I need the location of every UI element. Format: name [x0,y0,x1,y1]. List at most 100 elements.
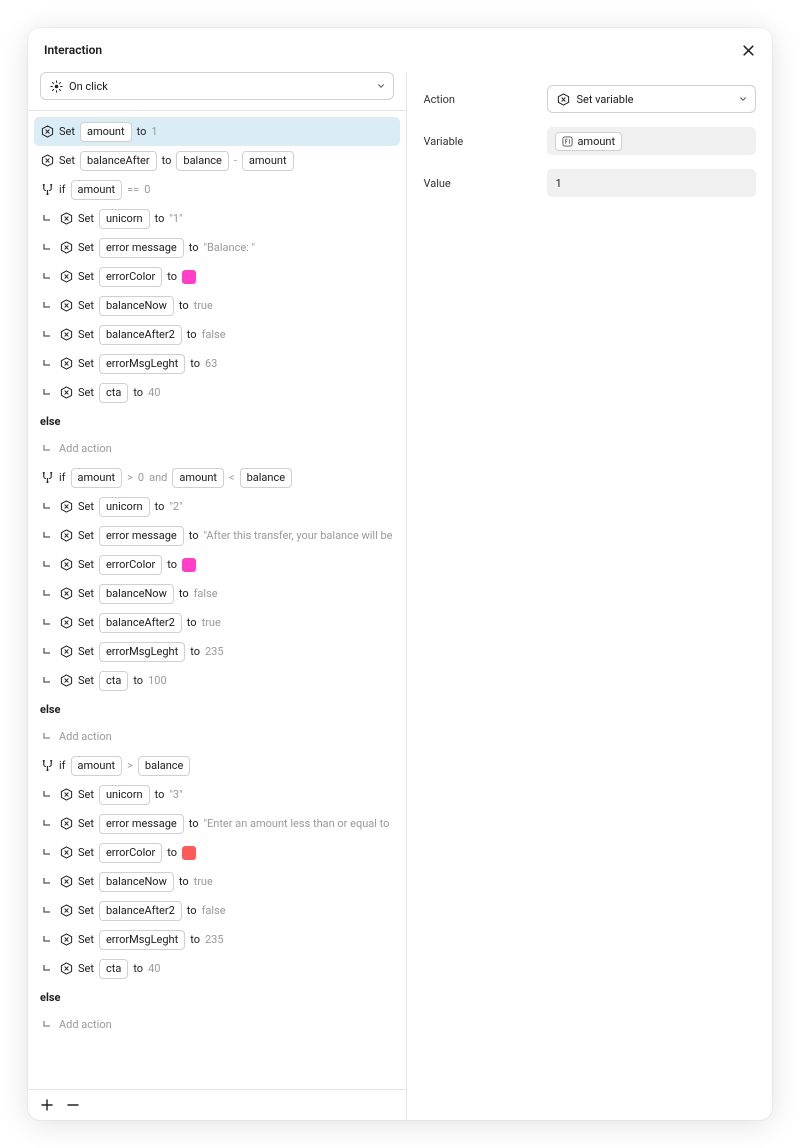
action-row[interactable]: Set amount to 1 [34,117,400,146]
color-swatch[interactable] [182,270,196,284]
action-row[interactable]: Set cta to 40 [34,954,400,983]
action-row[interactable]: Set errorMsgLeght to 235 [34,637,400,666]
color-swatch[interactable] [182,558,196,572]
actions-list[interactable]: Set amount to 1 Set balanceAfter to bala… [28,110,406,1089]
variable-chip[interactable]: cta [99,671,128,691]
action-row[interactable]: Set balanceNow to true [34,867,400,896]
action-select[interactable]: Set variable [547,85,756,113]
action-row[interactable]: Set unicorn to "1" [34,204,400,233]
variable-chip[interactable]: cta [99,383,128,403]
variable-chip[interactable]: error message [99,814,184,834]
conditional-row[interactable]: if amount > 0 and amount < balance [34,463,400,492]
variable-chip[interactable]: error message [99,238,184,258]
minus-icon [66,1098,80,1112]
set-variable-icon [59,645,73,659]
action-row[interactable]: Set balanceAfter2 to false [34,896,400,925]
action-row[interactable]: Set balanceAfter to balance - amount [34,146,400,175]
action-row[interactable]: Set cta to 100 [34,666,400,695]
variable-field[interactable]: amount [547,127,756,155]
close-icon [742,44,755,57]
add-action-placeholder[interactable]: Add action [34,1010,400,1039]
variable-chip[interactable]: errorColor [99,843,162,863]
trigger-label: On click [69,80,371,93]
keyword-to: to [137,125,147,138]
variable-chip[interactable]: cta [99,959,128,979]
panel-footer [28,1089,406,1120]
indent-icon [40,676,54,686]
modal-header: Interaction [28,28,772,72]
set-variable-icon [59,788,73,802]
add-action-placeholder[interactable]: Add action [34,722,400,751]
variable-chip[interactable]: balanceNow [99,872,174,892]
indent-icon [40,964,54,974]
variable-chip[interactable]: balanceAfter2 [99,325,182,345]
action-row[interactable]: Set balanceNow to true [34,291,400,320]
action-row[interactable]: Set errorMsgLeght to 235 [34,925,400,954]
action-row[interactable]: Set cta to 40 [34,378,400,407]
indent-icon [40,330,54,340]
variable-chip[interactable]: unicorn [99,209,150,229]
variable-chip[interactable]: balanceAfter2 [99,613,182,633]
indent-icon [40,388,54,398]
operator: == [127,183,139,196]
set-variable-icon [59,616,73,630]
variable-chip[interactable]: balanceNow [99,296,174,316]
variable-chip[interactable]: unicorn [99,497,150,517]
variable-chip[interactable]: amount [80,122,132,142]
indent-icon [40,790,54,800]
action-row[interactable]: Set errorMsgLeght to 63 [34,349,400,378]
color-swatch[interactable] [182,846,196,860]
add-action-placeholder[interactable]: Add action [34,434,400,463]
trigger-select[interactable]: On click [40,72,394,100]
variable-chip[interactable]: balanceAfter2 [99,901,182,921]
else-label: else [34,407,400,434]
indent-icon [40,502,54,512]
chevron-down-icon [377,82,385,90]
action-row[interactable]: Set error message to "Enter an amount le… [34,809,400,838]
conditional-icon [40,183,54,197]
action-row[interactable]: Set balanceAfter2 to true [34,608,400,637]
action-row[interactable]: Set error message to "Balance: " [34,233,400,262]
variable-chip[interactable]: errorMsgLeght [99,354,185,374]
action-row[interactable]: Set errorColor to [34,838,400,867]
variable-chip[interactable]: errorColor [99,267,162,287]
action-row[interactable]: Set unicorn to "2" [34,492,400,521]
variable-chip[interactable]: balanceNow [99,584,174,604]
conditional-row[interactable]: if amount == 0 [34,175,400,204]
variable-chip[interactable]: balance [138,756,190,776]
action-row[interactable]: Set balanceAfter2 to false [34,320,400,349]
variable-chip[interactable]: error message [99,526,184,546]
variable-chip[interactable]: balance [176,151,228,171]
set-variable-icon [59,933,73,947]
indent-icon [40,819,54,829]
variable-chip[interactable]: amount [71,180,123,200]
variable-chip[interactable]: errorMsgLeght [99,642,185,662]
variable-chip[interactable]: amount [242,151,294,171]
action-row[interactable]: Set balanceNow to false [34,579,400,608]
indent-icon [40,560,54,570]
conditional-row[interactable]: if amount > balance [34,751,400,780]
variable-chip[interactable]: errorMsgLeght [99,930,185,950]
indent-icon [40,359,54,369]
action-row[interactable]: Set unicorn to "3" [34,780,400,809]
set-variable-icon [59,212,73,226]
indent-icon [40,444,54,454]
set-variable-icon [59,962,73,976]
variable-chip[interactable]: amount [172,468,224,488]
variable-chip[interactable]: errorColor [99,555,162,575]
literal-value: 1 [151,125,157,138]
action-row[interactable]: Set errorColor to [34,262,400,291]
action-row[interactable]: Set errorColor to [34,550,400,579]
variable-chip[interactable]: unicorn [99,785,150,805]
variable-chip[interactable]: amount [71,756,123,776]
literal-value: 40 [148,386,160,399]
remove-button[interactable] [66,1098,80,1112]
variable-chip[interactable]: balanceAfter [80,151,157,171]
variable-chip[interactable]: balance [240,468,292,488]
value-field[interactable]: 1 [547,169,756,197]
variable-chip[interactable]: amount [71,468,123,488]
add-button[interactable] [40,1098,54,1112]
close-button[interactable] [740,42,756,58]
indent-icon [40,272,54,282]
action-row[interactable]: Set error message to "After this transfe… [34,521,400,550]
